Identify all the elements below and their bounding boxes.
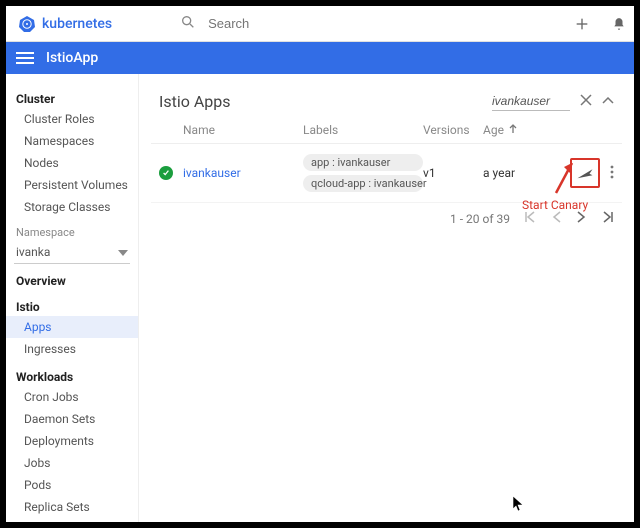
age-cell: a year (483, 166, 555, 180)
sidebar-item-storage-classes[interactable]: Storage Classes (6, 196, 138, 218)
sidebar-head-overview[interactable]: Overview (6, 270, 138, 290)
pager-range: 1 - 20 of 39 (450, 212, 510, 226)
version-cell: v1 (423, 166, 483, 180)
search-wrap (180, 14, 408, 34)
sidebar-head-workloads: Workloads (6, 366, 138, 386)
breadcrumb: IstioApp (46, 50, 98, 66)
namespace-select[interactable]: ivanka (14, 243, 130, 264)
start-canary-button[interactable] (570, 158, 600, 188)
col-age[interactable]: Age (483, 123, 555, 137)
sidebar[interactable]: Cluster Cluster RolesNamespacesNodesPers… (6, 74, 139, 522)
app-link[interactable]: ivankauser (183, 166, 241, 180)
page-first-icon[interactable] (524, 211, 538, 226)
sidebar-item-pods[interactable]: Pods (6, 474, 138, 496)
col-name[interactable]: Name (183, 123, 303, 137)
search-icon (180, 14, 196, 34)
page-prev-icon[interactable] (552, 211, 562, 226)
table-row: ivankauser app : ivankauser qcloud-app : i… (151, 144, 622, 203)
chevron-down-icon (118, 245, 128, 259)
topbar: kubernetes (6, 6, 634, 42)
clear-filter-icon[interactable] (580, 94, 592, 110)
sidebar-item-ingresses[interactable]: Ingresses (6, 338, 138, 360)
logo-text: kubernetes (42, 16, 112, 32)
sidebar-item-persistent-volumes[interactable]: Persistent Volumes (6, 174, 138, 196)
page-next-icon[interactable] (576, 211, 586, 226)
kubernetes-logo-icon (18, 15, 36, 33)
bluebar: IstioApp (6, 42, 634, 74)
sidebar-item-namespaces[interactable]: Namespaces (6, 130, 138, 152)
sidebar-item-deployments[interactable]: Deployments (6, 430, 138, 452)
row-menu-icon[interactable] (610, 165, 614, 182)
sidebar-item-jobs[interactable]: Jobs (6, 452, 138, 474)
pager: 1 - 20 of 39 (151, 203, 622, 234)
menu-icon[interactable] (16, 51, 34, 65)
sidebar-item-replica-sets[interactable]: Replica Sets (6, 496, 138, 518)
page-last-icon[interactable] (600, 211, 614, 226)
sidebar-item-cluster-roles[interactable]: Cluster Roles (6, 108, 138, 130)
notifications-icon[interactable] (612, 16, 626, 32)
search-input[interactable] (208, 16, 408, 31)
collapse-icon[interactable] (602, 94, 614, 109)
create-icon[interactable] (574, 16, 590, 32)
logo: kubernetes (18, 15, 112, 33)
namespace-value: ivanka (16, 245, 50, 259)
label-chip: qcloud-app : ivankauser (303, 175, 423, 192)
filter-input[interactable] (492, 92, 570, 111)
sidebar-head-istio: Istio (6, 296, 138, 316)
page-title: Istio Apps (159, 92, 492, 111)
main: Istio Apps Name Labels (139, 74, 634, 522)
sidebar-head-cluster: Cluster (6, 88, 138, 108)
sidebar-item-apps[interactable]: Apps (6, 316, 138, 338)
istio-apps-card: Istio Apps Name Labels (151, 88, 622, 234)
namespace-label: Namespace (6, 218, 138, 239)
label-chip: app : ivankauser (303, 154, 423, 171)
sort-asc-icon (508, 123, 518, 137)
status-ok-icon (159, 166, 173, 180)
col-versions[interactable]: Versions (423, 123, 483, 137)
col-labels[interactable]: Labels (303, 123, 423, 137)
sidebar-item-cron-jobs[interactable]: Cron Jobs (6, 386, 138, 408)
sidebar-item-replication-controllers[interactable]: Replication Controllers (6, 518, 138, 522)
label-chips: app : ivankauser qcloud-app : ivankauser (303, 154, 423, 192)
sidebar-item-nodes[interactable]: Nodes (6, 152, 138, 174)
table-header: Name Labels Versions Age (151, 117, 622, 144)
sidebar-item-daemon-sets[interactable]: Daemon Sets (6, 408, 138, 430)
